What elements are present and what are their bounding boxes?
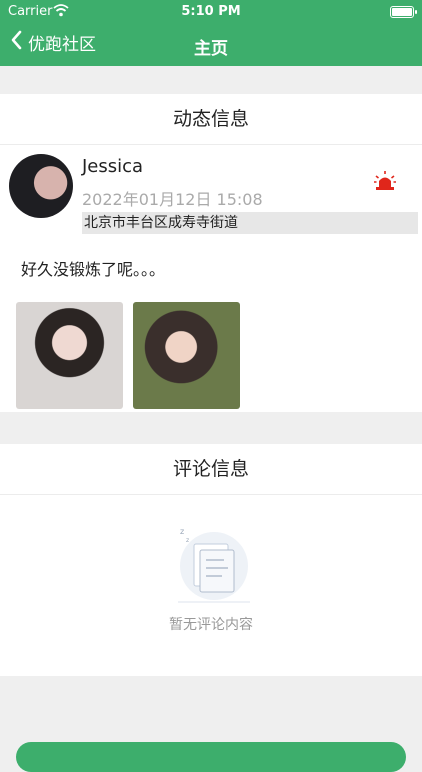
comments-panel: 评论信息 z z 暂无评论内容 [0,444,422,676]
comments-section-title: 评论信息 [0,444,422,495]
navigation-bar: 优跑社区 主页 [0,28,422,60]
bottom-action-button[interactable] [16,742,406,772]
post-image[interactable] [16,302,123,409]
status-time: 5:10 PM [181,4,241,19]
post-location: 北京市丰台区成寿寺街道 [82,212,418,234]
post-content: 好久没锻炼了呢。。。 [21,260,166,279]
post-panel: 动态信息 Jessica 2022年01月12日 15:08 北京市丰台区成寿寺… [0,94,422,412]
post-image[interactable] [133,302,240,409]
user-name[interactable]: Jessica [82,156,143,177]
header-bar: Carrier 5:10 PM 优跑社区 主页 [0,0,422,66]
status-bar: Carrier 5:10 PM [0,0,422,24]
page-title: 主页 [194,39,228,59]
svg-text:z: z [180,527,184,536]
battery-icon [390,6,417,18]
post-section-title: 动态信息 [0,94,422,145]
post-time: 2022年01月12日 15:08 [82,190,263,209]
empty-comments-text: 暂无评论内容 [169,617,253,633]
siren-icon[interactable] [373,169,397,193]
svg-text:z: z [186,537,189,544]
empty-comments-illustration: z z [172,522,256,608]
avatar[interactable] [9,154,73,218]
